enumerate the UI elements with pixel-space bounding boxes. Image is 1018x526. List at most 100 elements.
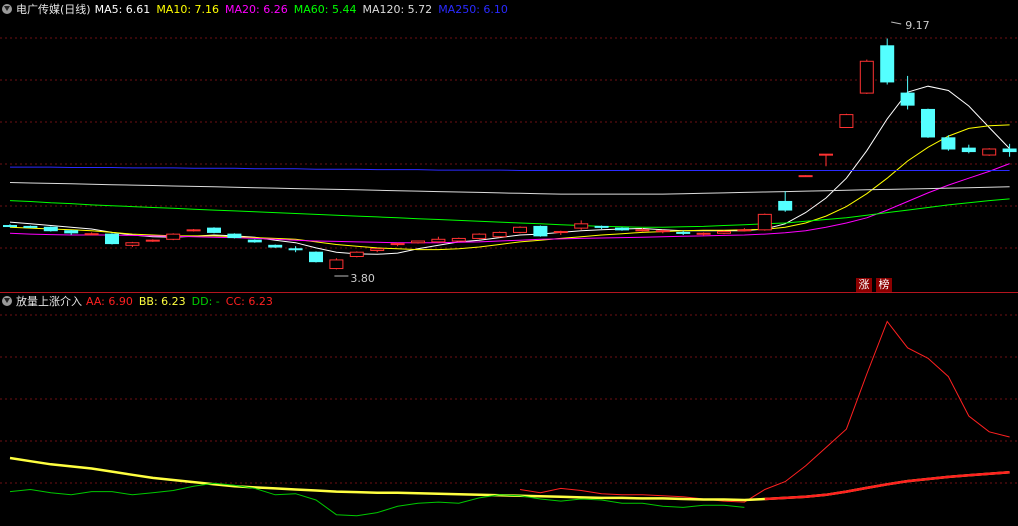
low-label: 3.80 xyxy=(350,272,375,285)
ma-legend-3: MA60: 5.44 xyxy=(293,2,357,16)
low-annotation: 3.80 xyxy=(334,272,375,285)
price-chart[interactable]: 9.17 3.80 xyxy=(0,0,1018,292)
candle-body xyxy=(370,248,385,251)
candle xyxy=(859,59,874,94)
high-arrow xyxy=(891,21,902,25)
price-legend: 电广传媒(日线) MA5: 6.61 MA10: 7.16 MA20: 6.26 MA… xyxy=(2,2,514,16)
candle xyxy=(145,239,160,242)
candle-body xyxy=(268,244,283,248)
ma-legend-4: MA120: 5.72 xyxy=(362,2,433,16)
candle xyxy=(533,225,548,237)
candle xyxy=(594,225,609,229)
candle xyxy=(717,230,731,235)
candle xyxy=(411,240,425,244)
candle xyxy=(574,220,589,230)
candle-body xyxy=(125,242,140,246)
candle-body xyxy=(166,233,181,240)
candle xyxy=(737,228,752,232)
candle-body xyxy=(574,223,589,229)
indicator-title: 放量上涨介入 xyxy=(16,295,82,308)
candle-body xyxy=(43,226,58,232)
candle xyxy=(390,242,405,247)
candle-body xyxy=(757,213,772,231)
candle xyxy=(982,148,997,156)
limit-up-badge[interactable]: 涨 xyxy=(856,278,872,292)
candle xyxy=(166,233,181,241)
candle xyxy=(329,258,344,270)
candle-body xyxy=(390,243,405,246)
candle-body xyxy=(105,233,119,245)
candle xyxy=(880,38,895,85)
chevron-down-icon[interactable] xyxy=(2,4,12,14)
candle-body xyxy=(145,239,160,242)
candle xyxy=(288,246,303,253)
candle xyxy=(349,251,364,258)
candle-body xyxy=(451,237,466,242)
candle-body xyxy=(288,248,303,251)
candle-body xyxy=(594,225,609,228)
indicator-pane[interactable]: 放量上涨介入 AA: 6.90 BB: 6.23 DD: - CC: 6.23 xyxy=(0,293,1018,526)
ma-legend-1: MA10: 7.16 xyxy=(156,2,220,16)
candle-body xyxy=(961,147,976,153)
indicator-legend-3: CC: 6.23 xyxy=(225,294,273,308)
candle-body xyxy=(1002,148,1017,153)
candle-body xyxy=(982,148,997,156)
candle-body xyxy=(84,233,99,236)
candle-body xyxy=(676,231,691,234)
candle xyxy=(84,232,99,236)
ma-line-ma120 xyxy=(9,182,1010,195)
candle-body xyxy=(513,226,527,233)
candle-body xyxy=(655,230,670,233)
candle-body xyxy=(431,238,446,243)
candle-body xyxy=(411,240,425,244)
candle-body xyxy=(23,225,38,228)
indicator-legend-0: AA: 6.90 xyxy=(86,294,133,308)
candle-body xyxy=(186,229,201,232)
candle xyxy=(472,233,487,240)
ma-legend-2: MA20: 6.26 xyxy=(225,2,288,16)
candle xyxy=(839,113,854,128)
indicator-legend: 放量上涨介入 AA: 6.90 BB: 6.23 DD: - CC: 6.23 xyxy=(2,294,279,308)
indicator-legend-2: DD: - xyxy=(191,294,220,308)
high-annotation: 9.17 xyxy=(891,19,930,32)
candle-body xyxy=(941,137,956,150)
ma-legend-0: MA5: 6.61 xyxy=(94,2,151,16)
candle-body xyxy=(309,251,323,263)
candle-body xyxy=(717,231,731,234)
candle xyxy=(207,227,221,234)
candle xyxy=(247,239,262,243)
candle-body xyxy=(247,239,262,243)
ma-line-ma60 xyxy=(9,198,1010,228)
candle xyxy=(778,191,793,212)
candle xyxy=(941,135,956,151)
candle-body xyxy=(635,229,650,232)
candle-body xyxy=(900,92,915,106)
candle-body xyxy=(492,231,507,238)
candle-body xyxy=(798,175,813,178)
candle xyxy=(105,233,119,245)
candle xyxy=(798,175,813,178)
candle-body xyxy=(778,200,793,211)
candle xyxy=(64,229,79,235)
chevron-down-icon[interactable] xyxy=(2,296,12,306)
indicator-chart[interactable] xyxy=(0,293,1018,526)
candle-body xyxy=(207,227,221,233)
rank-badge[interactable]: 榜 xyxy=(876,278,892,292)
indicator-legend-items: AA: 6.90 BB: 6.23 DD: - CC: 6.23 xyxy=(86,295,279,308)
indicator-line-aa xyxy=(519,320,1010,503)
candle xyxy=(125,241,140,248)
candle-body xyxy=(472,233,487,239)
candle-body xyxy=(880,45,895,83)
stock-title: 电广传媒(日线) xyxy=(16,3,91,16)
ma-line-ma10 xyxy=(9,124,1010,251)
candle xyxy=(309,251,323,263)
price-chart-pane[interactable]: 9.17 3.80 电广传媒(日线) MA5: 6.61 MA10: 7.16 MA2… xyxy=(0,0,1018,292)
candle xyxy=(227,233,242,239)
indicator-line-cc xyxy=(764,470,1010,501)
candle xyxy=(900,75,915,110)
ma-legend-5: MA250: 6.10 xyxy=(438,2,508,16)
candle xyxy=(3,224,17,228)
candle-body xyxy=(615,227,629,231)
candle xyxy=(1002,143,1017,157)
candle xyxy=(655,229,670,234)
